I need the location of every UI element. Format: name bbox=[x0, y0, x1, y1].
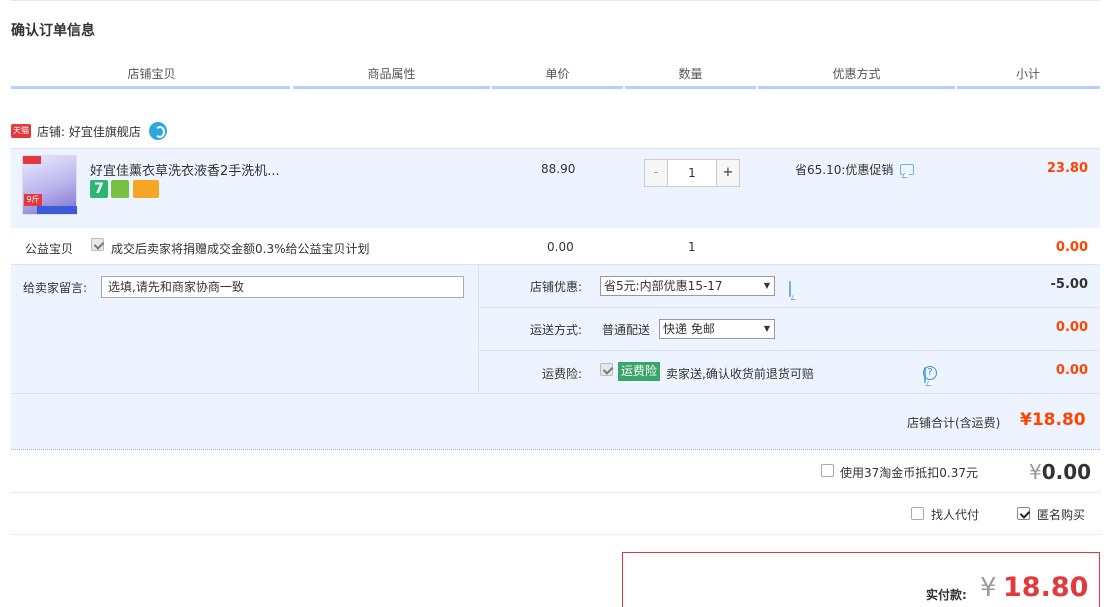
insurance-badge: 运费险 bbox=[618, 362, 661, 381]
taobao-coin-label: 使用37淘金币抵扣0.37元 bbox=[840, 466, 978, 480]
anonymous-purchase-checkbox[interactable] bbox=[1017, 507, 1030, 520]
payment-amount: 18.80 bbox=[1003, 572, 1089, 603]
proxy-pay-label: 找人代付 bbox=[931, 508, 980, 522]
shop-total-value: ¥18.80 bbox=[1020, 410, 1086, 430]
divider bbox=[11, 534, 1100, 535]
quantity-increase-button[interactable]: + bbox=[717, 160, 739, 186]
header-bar-segment bbox=[957, 86, 1100, 89]
column-header-unit-price: 单价 bbox=[545, 67, 570, 81]
shipping-amount: 0.00 bbox=[1055, 320, 1088, 335]
tmall-badge: 天猫 bbox=[11, 124, 31, 138]
help-icon[interactable]: ? bbox=[923, 366, 937, 380]
credit-card-icon[interactable] bbox=[133, 180, 159, 198]
insurance-text: 卖家送,确认收货前退货可赔 bbox=[666, 367, 814, 381]
product-name-link[interactable]: 好宜佳薰衣草洗衣液香2手洗机... bbox=[90, 160, 280, 179]
payment-yen-symbol: ¥ bbox=[980, 573, 997, 603]
yen-symbol: ¥ bbox=[1029, 460, 1042, 484]
product-thumbnail[interactable]: 9斤 bbox=[22, 155, 77, 215]
shop-discount-label: 店铺优惠: bbox=[529, 280, 582, 294]
quantity-input[interactable]: 1 bbox=[667, 160, 717, 186]
header-bar-segment bbox=[11, 86, 290, 89]
header-bar-segment bbox=[293, 86, 490, 89]
unit-price: 88.90 bbox=[541, 162, 576, 176]
top-divider bbox=[11, 0, 1100, 1]
shop-discount-select[interactable]: 省5元:内部优惠15-17 bbox=[600, 276, 775, 296]
seven-day-return-icon[interactable]: 7 bbox=[90, 180, 108, 198]
charity-price: 0.00 bbox=[547, 240, 574, 254]
page-title: 确认订单信息 bbox=[11, 23, 95, 39]
shield-icon[interactable] bbox=[111, 180, 129, 198]
column-header-subtotal: 小计 bbox=[1015, 67, 1040, 81]
promo-info: 省65.10:优惠促销 bbox=[795, 161, 915, 178]
thumbnail-tag bbox=[23, 156, 41, 164]
shipping-select[interactable]: 快递 免邮 bbox=[659, 319, 775, 339]
taobao-coin-checkbox[interactable] bbox=[821, 464, 834, 477]
anonymous-purchase-label: 匿名购买 bbox=[1037, 508, 1086, 522]
row-divider bbox=[11, 393, 1100, 394]
shop-total-label: 店铺合计(含运费) bbox=[907, 416, 1001, 430]
shipping-label: 运送方式: bbox=[529, 323, 582, 337]
column-header-attributes: 商品属性 bbox=[367, 67, 416, 81]
row-divider bbox=[479, 307, 1100, 308]
column-header-discount: 优惠方式 bbox=[832, 67, 881, 81]
taobao-coin-amount: 0.00 bbox=[1041, 460, 1092, 484]
shop-name[interactable]: 店铺: 好宜佳旗舰店 bbox=[37, 123, 141, 140]
item-subtotal: 23.80 bbox=[1046, 161, 1088, 176]
seller-message-input[interactable]: 选填,请先和商家协商一致 bbox=[101, 276, 464, 298]
panel-divider bbox=[478, 264, 479, 393]
column-header-shop-items: 店铺宝贝 bbox=[127, 67, 176, 81]
shop-discount-amount: -5.00 bbox=[1050, 277, 1088, 292]
insurance-label: 运费险: bbox=[541, 367, 582, 381]
promo-text: 省65.10:优惠促销 bbox=[795, 163, 894, 177]
insurance-amount: 0.00 bbox=[1055, 363, 1088, 378]
thumbnail-weight-badge: 9斤 bbox=[24, 194, 42, 206]
shipping-type: 普通配送 bbox=[602, 323, 651, 337]
row-divider bbox=[479, 350, 1100, 351]
seller-message-label: 给卖家留言: bbox=[23, 281, 88, 295]
proxy-pay-checkbox[interactable] bbox=[911, 507, 924, 520]
column-header-quantity: 数量 bbox=[678, 67, 703, 81]
wangwang-chat-icon[interactable] bbox=[148, 122, 167, 140]
header-bar-segment bbox=[758, 86, 955, 89]
quantity-stepper: - 1 + bbox=[644, 159, 740, 187]
charity-label: 公益宝贝 bbox=[25, 242, 74, 256]
quantity-decrease-button[interactable]: - bbox=[645, 160, 667, 186]
comment-icon[interactable] bbox=[900, 164, 915, 175]
divider bbox=[11, 492, 1100, 493]
comment-icon[interactable] bbox=[789, 281, 791, 297]
shop-row: 天猫 店铺: 好宜佳旗舰店 bbox=[11, 120, 167, 142]
taobao-coin-value: ¥0.00 bbox=[1029, 460, 1091, 484]
charity-quantity: 1 bbox=[688, 240, 696, 254]
charity-checkbox[interactable] bbox=[91, 238, 104, 251]
header-bar-segment bbox=[492, 86, 623, 89]
payment-label: 实付款: bbox=[926, 588, 967, 602]
charity-text: 成交后卖家将捐赠成交金额0.3%给公益宝贝计划 bbox=[111, 242, 370, 256]
thumbnail-band bbox=[37, 206, 77, 214]
insurance-checkbox[interactable] bbox=[600, 363, 613, 376]
charity-subtotal: 0.00 bbox=[1055, 240, 1088, 255]
header-bar-segment bbox=[625, 86, 756, 89]
